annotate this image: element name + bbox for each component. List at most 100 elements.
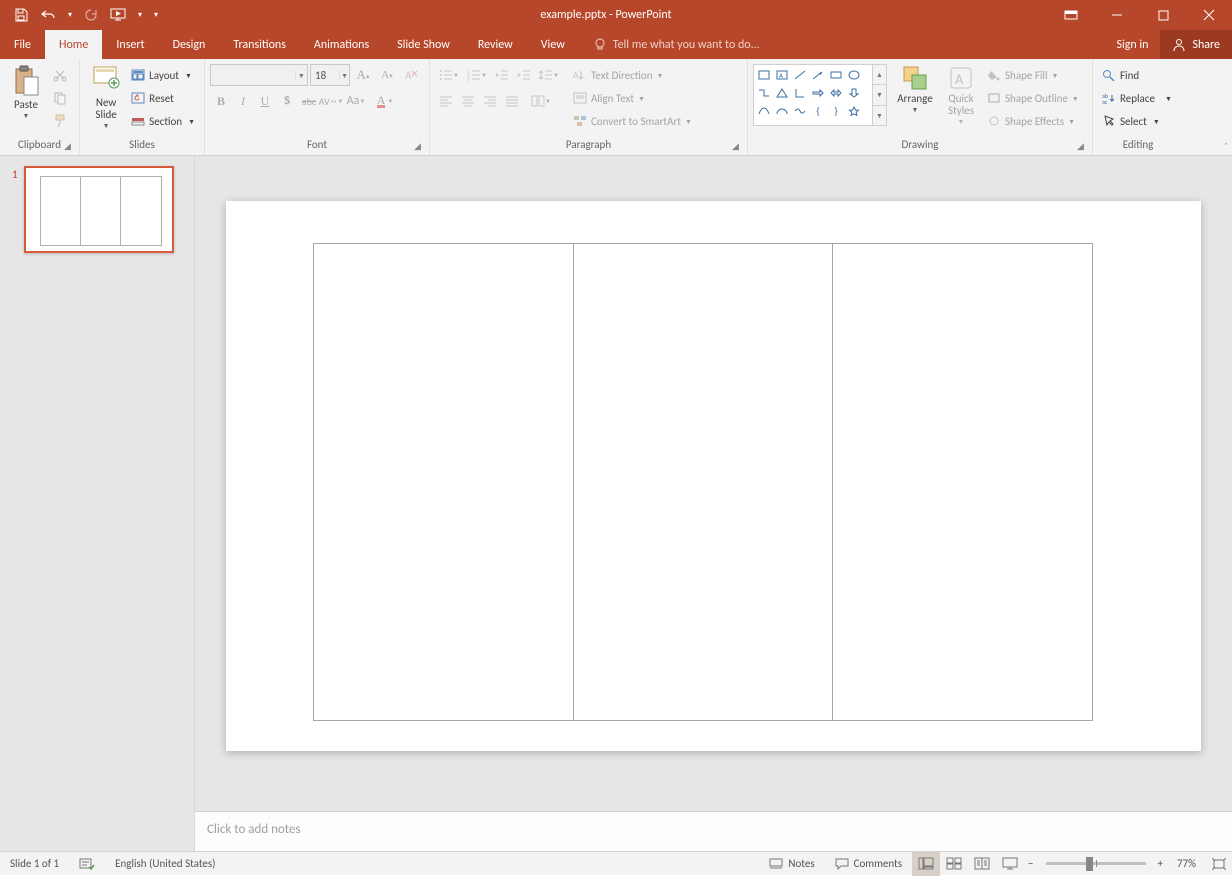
slide-canvas[interactable]: [226, 201, 1201, 751]
justify-button[interactable]: [501, 90, 523, 112]
cut-button[interactable]: [49, 64, 71, 86]
tab-insert[interactable]: Insert: [102, 30, 158, 59]
shapes-scroll-up[interactable]: ▲: [873, 65, 886, 85]
text-direction-button[interactable]: AText Direction▼: [569, 64, 696, 86]
slide-canvas-scroll[interactable]: [195, 156, 1232, 811]
drawing-launcher[interactable]: ◢: [1074, 141, 1087, 154]
shape-textbox-icon[interactable]: A: [774, 67, 790, 83]
shape-fill-button[interactable]: Shape Fill▼: [983, 64, 1083, 86]
char-spacing-button[interactable]: AV↔▼: [320, 90, 342, 112]
clear-formatting-button[interactable]: A: [400, 64, 422, 86]
shape-effects-button[interactable]: Shape Effects▼: [983, 110, 1083, 132]
font-name-combo[interactable]: ▼: [210, 64, 308, 86]
shapes-more[interactable]: ▼: [873, 106, 886, 125]
format-painter-button[interactable]: [49, 110, 71, 132]
ribbon-options-button[interactable]: [1048, 0, 1094, 30]
tab-slideshow[interactable]: Slide Show: [383, 30, 464, 59]
shape-rbrace-icon[interactable]: }: [828, 103, 844, 119]
tab-transitions[interactable]: Transitions: [219, 30, 300, 59]
language-indicator[interactable]: English (United States): [105, 852, 225, 875]
shadow-button[interactable]: S: [276, 90, 298, 112]
shape-arrow2-icon[interactable]: [810, 85, 826, 101]
font-launcher[interactable]: ◢: [411, 141, 424, 154]
grow-font-button[interactable]: A▴: [352, 64, 374, 86]
change-case-button[interactable]: Aa▼: [342, 90, 370, 112]
undo-button[interactable]: [36, 2, 62, 28]
font-color-button[interactable]: A▼: [370, 90, 400, 112]
slide-indicator[interactable]: Slide 1 of 1: [0, 852, 69, 875]
tab-view[interactable]: View: [527, 30, 579, 59]
increase-indent-button[interactable]: [513, 64, 535, 86]
spellcheck-button[interactable]: [69, 852, 105, 875]
close-button[interactable]: [1186, 0, 1232, 30]
table-cell[interactable]: [574, 244, 834, 720]
comments-toggle[interactable]: Comments: [825, 852, 912, 875]
shape-triangle-icon[interactable]: [774, 85, 790, 101]
shape-rect2-icon[interactable]: [828, 67, 844, 83]
slideshow-dropdown-icon[interactable]: ▾: [134, 10, 146, 20]
slideshow-view-button[interactable]: [996, 852, 1024, 876]
shape-arc-icon[interactable]: [774, 103, 790, 119]
shapes-scroll-down[interactable]: ▼: [873, 85, 886, 105]
quick-styles-button[interactable]: A Quick Styles ▼: [939, 62, 983, 136]
shape-oval-icon[interactable]: [846, 67, 862, 83]
zoom-level[interactable]: 77%: [1167, 852, 1206, 875]
slide-sorter-button[interactable]: [940, 852, 968, 876]
table-cell[interactable]: [314, 244, 574, 720]
maximize-button[interactable]: [1140, 0, 1186, 30]
sign-in-button[interactable]: Sign in: [1104, 30, 1160, 59]
reset-button[interactable]: Reset: [127, 87, 199, 109]
strikethrough-button[interactable]: abc: [298, 90, 320, 112]
bold-button[interactable]: B: [210, 90, 232, 112]
tell-me-search[interactable]: Tell me what you want to do...: [579, 30, 760, 59]
shape-star-icon[interactable]: [846, 103, 862, 119]
qat-customize-dropdown[interactable]: ▾: [148, 10, 164, 20]
numbering-button[interactable]: 123▼: [463, 64, 491, 86]
convert-smartart-button[interactable]: Convert to SmartArt▼: [569, 110, 696, 132]
bullets-button[interactable]: ▼: [435, 64, 463, 86]
shape-line-icon[interactable]: [792, 67, 808, 83]
font-size-combo[interactable]: ▼: [310, 64, 350, 86]
columns-button[interactable]: ▼: [527, 90, 555, 112]
tab-home[interactable]: Home: [45, 30, 102, 59]
shape-wave-icon[interactable]: [792, 103, 808, 119]
new-slide-button[interactable]: New Slide ▼: [85, 62, 127, 136]
tab-animations[interactable]: Animations: [300, 30, 383, 59]
slide-thumbnails-pane[interactable]: 1: [0, 156, 195, 851]
shrink-font-button[interactable]: A▾: [376, 64, 398, 86]
share-button[interactable]: Share: [1160, 30, 1232, 59]
redo-button[interactable]: [78, 2, 104, 28]
zoom-handle[interactable]: [1086, 857, 1093, 871]
shape-outline-button[interactable]: Shape Outline▼: [983, 87, 1083, 109]
clipboard-launcher[interactable]: ◢: [61, 141, 74, 154]
find-button[interactable]: Find: [1098, 64, 1176, 86]
shape-flow-icon[interactable]: [756, 103, 772, 119]
start-slideshow-button[interactable]: [106, 2, 132, 28]
tab-file[interactable]: File: [0, 30, 45, 59]
undo-dropdown-icon[interactable]: ▾: [64, 10, 76, 20]
font-size-input[interactable]: [311, 69, 339, 82]
shape-l-icon[interactable]: [792, 85, 808, 101]
shape-arrow3-icon[interactable]: [828, 85, 844, 101]
line-spacing-button[interactable]: ▼: [535, 64, 563, 86]
zoom-out-button[interactable]: −: [1024, 852, 1037, 875]
save-button[interactable]: [8, 2, 34, 28]
paste-button[interactable]: Paste ▼: [5, 62, 47, 136]
notes-pane[interactable]: Click to add notes: [195, 811, 1232, 851]
zoom-in-button[interactable]: +: [1154, 852, 1167, 875]
italic-button[interactable]: I: [232, 90, 254, 112]
section-button[interactable]: Section▼: [127, 110, 199, 132]
shape-downarrow-icon[interactable]: [846, 85, 862, 101]
select-button[interactable]: Select▼: [1098, 110, 1176, 132]
normal-view-button[interactable]: [912, 852, 940, 876]
minimize-button[interactable]: [1094, 0, 1140, 30]
font-name-input[interactable]: [211, 69, 295, 82]
tab-design[interactable]: Design: [159, 30, 220, 59]
table-cell[interactable]: [833, 244, 1092, 720]
layout-button[interactable]: Layout▼: [127, 64, 199, 86]
reading-view-button[interactable]: [968, 852, 996, 876]
notes-toggle[interactable]: Notes: [759, 852, 824, 875]
shape-rect-icon[interactable]: [756, 67, 772, 83]
slide-table[interactable]: [313, 243, 1093, 721]
arrange-button[interactable]: Arrange ▼: [891, 62, 939, 136]
